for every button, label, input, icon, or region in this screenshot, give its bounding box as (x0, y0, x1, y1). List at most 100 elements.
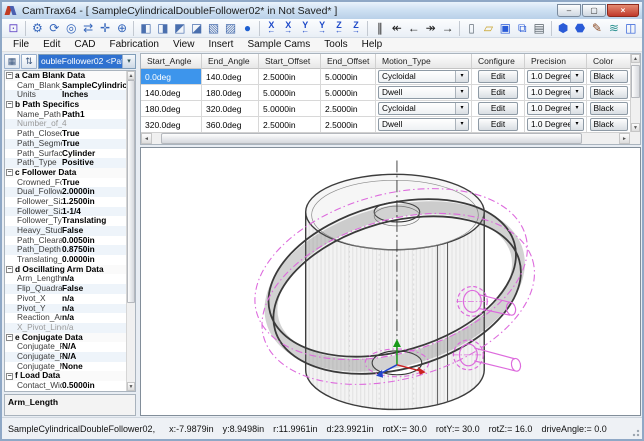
save-icon[interactable]: ▣ (497, 20, 514, 37)
end-offset-cell[interactable]: 2.5000in (321, 117, 376, 133)
color-button[interactable]: Black (590, 70, 628, 83)
scrollbar-track[interactable] (631, 63, 640, 123)
property-value[interactable]: 0.0050in (62, 236, 126, 246)
edit-button[interactable]: Edit (478, 102, 518, 115)
print-icon[interactable]: ▤ (531, 20, 548, 37)
property-value[interactable]: False (62, 226, 126, 236)
property-row-path-segments-c[interactable]: Path_Segments_CTrue (5, 139, 126, 149)
menu-item-cad[interactable]: CAD (67, 39, 102, 50)
segment-row[interactable]: 0.0deg140.0deg2.5000in5.0000inCycloidal▾… (141, 69, 640, 85)
edit-button[interactable]: Edit (478, 118, 518, 131)
fast-forward-icon[interactable]: ↠ (422, 20, 439, 37)
property-value[interactable]: True (62, 139, 126, 149)
front-view-icon[interactable]: ▧ (205, 20, 222, 37)
property-row-arm-length[interactable]: Arm_Lengthn/a (5, 274, 126, 284)
property-row-path-clearance[interactable]: Path_Clearance0.0050in (5, 236, 126, 246)
start-offset-cell[interactable]: 2.5000in (259, 117, 321, 133)
property-value[interactable]: Translating (62, 216, 126, 226)
property-section-a-cam-blank-data[interactable]: −a Cam Blank Data (5, 71, 126, 81)
motion-graph-icon[interactable]: ≋ (605, 20, 622, 37)
menu-item-fabrication[interactable]: Fabrication (102, 39, 165, 50)
property-section-b-path-specifics[interactable]: −b Path Specifics (5, 100, 126, 110)
motion-type-combobox[interactable]: Cycloidal▾ (378, 102, 469, 115)
chevron-down-icon[interactable]: ▾ (455, 119, 468, 130)
property-value[interactable]: True (62, 178, 126, 188)
column-header-color[interactable]: Color (587, 54, 631, 69)
chevron-down-icon[interactable]: ▾ (455, 71, 468, 82)
property-row-path-depth[interactable]: Path_Depth0.8750in (5, 245, 126, 255)
property-value[interactable]: 0.0000in (62, 255, 126, 265)
export-part-f-icon[interactable]: ⬣ (572, 20, 589, 37)
export-part-icon[interactable]: ⬢ (555, 20, 572, 37)
column-header-precision[interactable]: Precision (525, 54, 587, 69)
property-value[interactable]: n/a (62, 304, 126, 314)
end-offset-cell[interactable]: 5.0000in (321, 69, 376, 85)
property-row-units[interactable]: UnitsInches (5, 90, 126, 100)
chevron-down-icon[interactable]: ▾ (455, 103, 468, 114)
scroll-left-icon[interactable]: ◄ (141, 133, 152, 144)
start-angle-cell[interactable]: 180.0deg (141, 101, 202, 117)
pause-icon[interactable]: ∥ (371, 20, 388, 37)
menu-item-tools[interactable]: Tools (317, 39, 354, 50)
collapse-icon[interactable]: − (6, 169, 13, 176)
sort-alphabetical-icon[interactable]: ⇅ (21, 54, 37, 69)
property-row-cam-blank-name[interactable]: Cam_Blank_NameSampleCylindrical (5, 81, 126, 91)
property-row-path-closed[interactable]: Path_ClosedTrue (5, 129, 126, 139)
pan-icon[interactable]: ✛ (97, 20, 114, 37)
menu-item-view[interactable]: View (166, 39, 202, 50)
end-offset-cell[interactable]: 5.0000in (321, 85, 376, 101)
precision-combobox[interactable]: 1.0 Degree▾ (527, 70, 584, 83)
menu-item-file[interactable]: File (6, 39, 36, 50)
chevron-down-icon[interactable]: ▾ (455, 87, 468, 98)
property-value[interactable]: 0.5000in (62, 381, 126, 391)
property-value[interactable]: n/a (62, 274, 126, 284)
resize-grip[interactable] (629, 426, 640, 437)
property-row-name-path[interactable]: Name_PathPath1 (5, 110, 126, 120)
property-row-follower-type[interactable]: Follower_TypeTranslating (5, 216, 126, 226)
path-selector-combobox[interactable]: oubleFollower02 <Path1> ▾ (38, 54, 136, 69)
property-value[interactable]: N/A (62, 342, 126, 352)
segment-table-vscrollbar[interactable]: ▲ ▼ (630, 54, 640, 132)
rotate-axis-icon[interactable]: ◎ (63, 20, 80, 37)
minimize-button[interactable]: – (557, 4, 581, 17)
property-row-heavy-stud[interactable]: Heavy_StudFalse (5, 226, 126, 236)
start-angle-cell[interactable]: 320.0deg (141, 117, 202, 133)
maximize-button[interactable]: ▢ (582, 4, 606, 17)
property-row-conjugate-follow[interactable]: Conjugate_FollowN/A (5, 342, 126, 352)
start-offset-cell[interactable]: 5.0000in (259, 85, 321, 101)
property-value[interactable]: None (62, 362, 126, 372)
property-value[interactable]: Positive (62, 158, 126, 168)
property-section-d-oscillating-arm-data[interactable]: −d Oscillating Arm Data (5, 265, 126, 275)
end-offset-cell[interactable]: 2.5000in (321, 101, 376, 117)
precision-combobox[interactable]: 1.0 Degree▾ (527, 102, 584, 115)
property-value[interactable]: N/A (62, 352, 126, 362)
scroll-up-icon[interactable]: ▲ (127, 71, 135, 80)
property-value[interactable]: 1.2500in (62, 197, 126, 207)
end-angle-cell[interactable]: 180.0deg (202, 85, 259, 101)
scroll-right-icon[interactable]: ► (619, 133, 630, 144)
scroll-down-icon[interactable]: ▼ (127, 382, 135, 391)
shaded-view-icon[interactable]: ● (239, 20, 256, 37)
motion-type-combobox[interactable]: Dwell▾ (378, 86, 469, 99)
collapse-icon[interactable]: − (6, 101, 13, 108)
property-row-x-pivot-linear-t[interactable]: X_Pivot_Linear_Tn/a (5, 323, 126, 333)
end-angle-cell[interactable]: 140.0deg (202, 69, 259, 85)
column-header-start-angle[interactable]: Start_Angle (141, 54, 202, 69)
edit-pencil-icon[interactable]: ✎ (589, 20, 606, 37)
chevron-down-icon[interactable]: ▾ (570, 87, 583, 98)
rotate-x-pos-icon[interactable]: X→ (280, 20, 297, 37)
property-section-c-follower-data[interactable]: −c Follower Data (5, 168, 126, 178)
start-angle-cell[interactable]: 140.0deg (141, 85, 202, 101)
precision-combobox[interactable]: 1.0 Degree▾ (527, 118, 584, 131)
motion-type-combobox[interactable]: Dwell▾ (378, 118, 469, 131)
end-angle-cell[interactable]: 360.0deg (202, 117, 259, 133)
iso-view-ne-icon[interactable]: ◧ (137, 20, 154, 37)
new-document-icon[interactable]: ▯ (463, 20, 480, 37)
column-header-configure[interactable]: Configure (472, 54, 525, 69)
property-value[interactable]: False (62, 284, 126, 294)
collapse-icon[interactable]: − (6, 334, 13, 341)
menu-item-help[interactable]: Help (355, 39, 390, 50)
property-value[interactable]: 4 (62, 119, 126, 129)
property-value[interactable]: True (62, 129, 126, 139)
property-section-e-conjugate-data[interactable]: −e Conjugate Data (5, 333, 126, 343)
